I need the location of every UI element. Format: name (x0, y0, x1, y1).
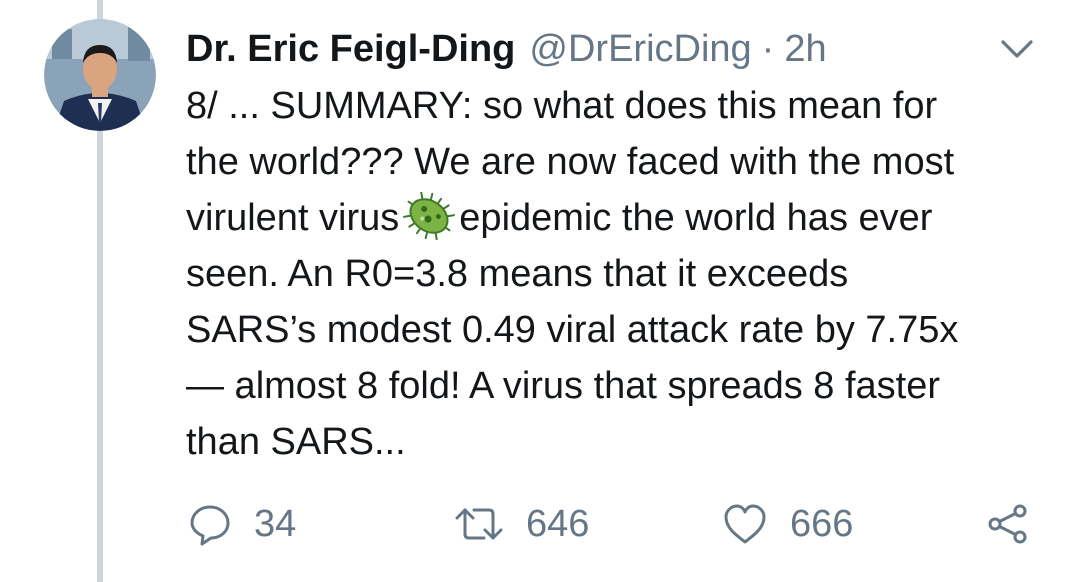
retweet-button[interactable]: 646 (454, 496, 589, 552)
tweet-line: virulent virus (186, 197, 400, 239)
tweet-line: SARS’s modest 0.49 viral attack rate by … (186, 309, 959, 351)
tweet-line: epidemic the world has ever (459, 197, 933, 239)
chevron-down-icon[interactable] (997, 34, 1037, 64)
avatar-photo (44, 19, 156, 131)
like-button[interactable]: 666 (722, 496, 853, 552)
tweet-header: Dr. Eric Feigl-Ding @DrEricDing · 2h (186, 24, 1024, 74)
retweet-icon (455, 508, 503, 540)
reply-button[interactable]: 34 (188, 496, 296, 552)
tweet-line: than SARS... (186, 421, 406, 463)
reply-icon (190, 505, 230, 546)
heart-icon (724, 504, 766, 544)
separator-dot: · (761, 27, 775, 70)
share-button[interactable] (986, 496, 1030, 552)
avatar[interactable] (44, 19, 156, 131)
tweet-line: the world??? We are now faced with the m… (186, 141, 955, 183)
tweet-line: seen. An R0=3.8 means that it exceeds (186, 253, 849, 295)
tweet-line: 8/ ... SUMMARY: so what does this mean f… (186, 85, 938, 127)
tweet-line: — almost 8 fold! A virus that spreads 8 … (186, 365, 941, 407)
reply-count: 34 (254, 502, 297, 545)
share-icon (988, 504, 1027, 544)
like-count: 666 (790, 502, 854, 545)
microbe-emoji-icon (403, 192, 456, 240)
author-handle[interactable]: @DrEricDing (529, 28, 751, 71)
timestamp[interactable]: 2h (784, 28, 826, 71)
tweet-text: 8/ ... SUMMARY: so what does this mean f… (186, 78, 1046, 470)
author-name[interactable]: Dr. Eric Feigl-Ding (186, 28, 515, 71)
retweet-count: 646 (526, 502, 590, 545)
tweet-actions: 34 646 666 (186, 496, 1046, 552)
